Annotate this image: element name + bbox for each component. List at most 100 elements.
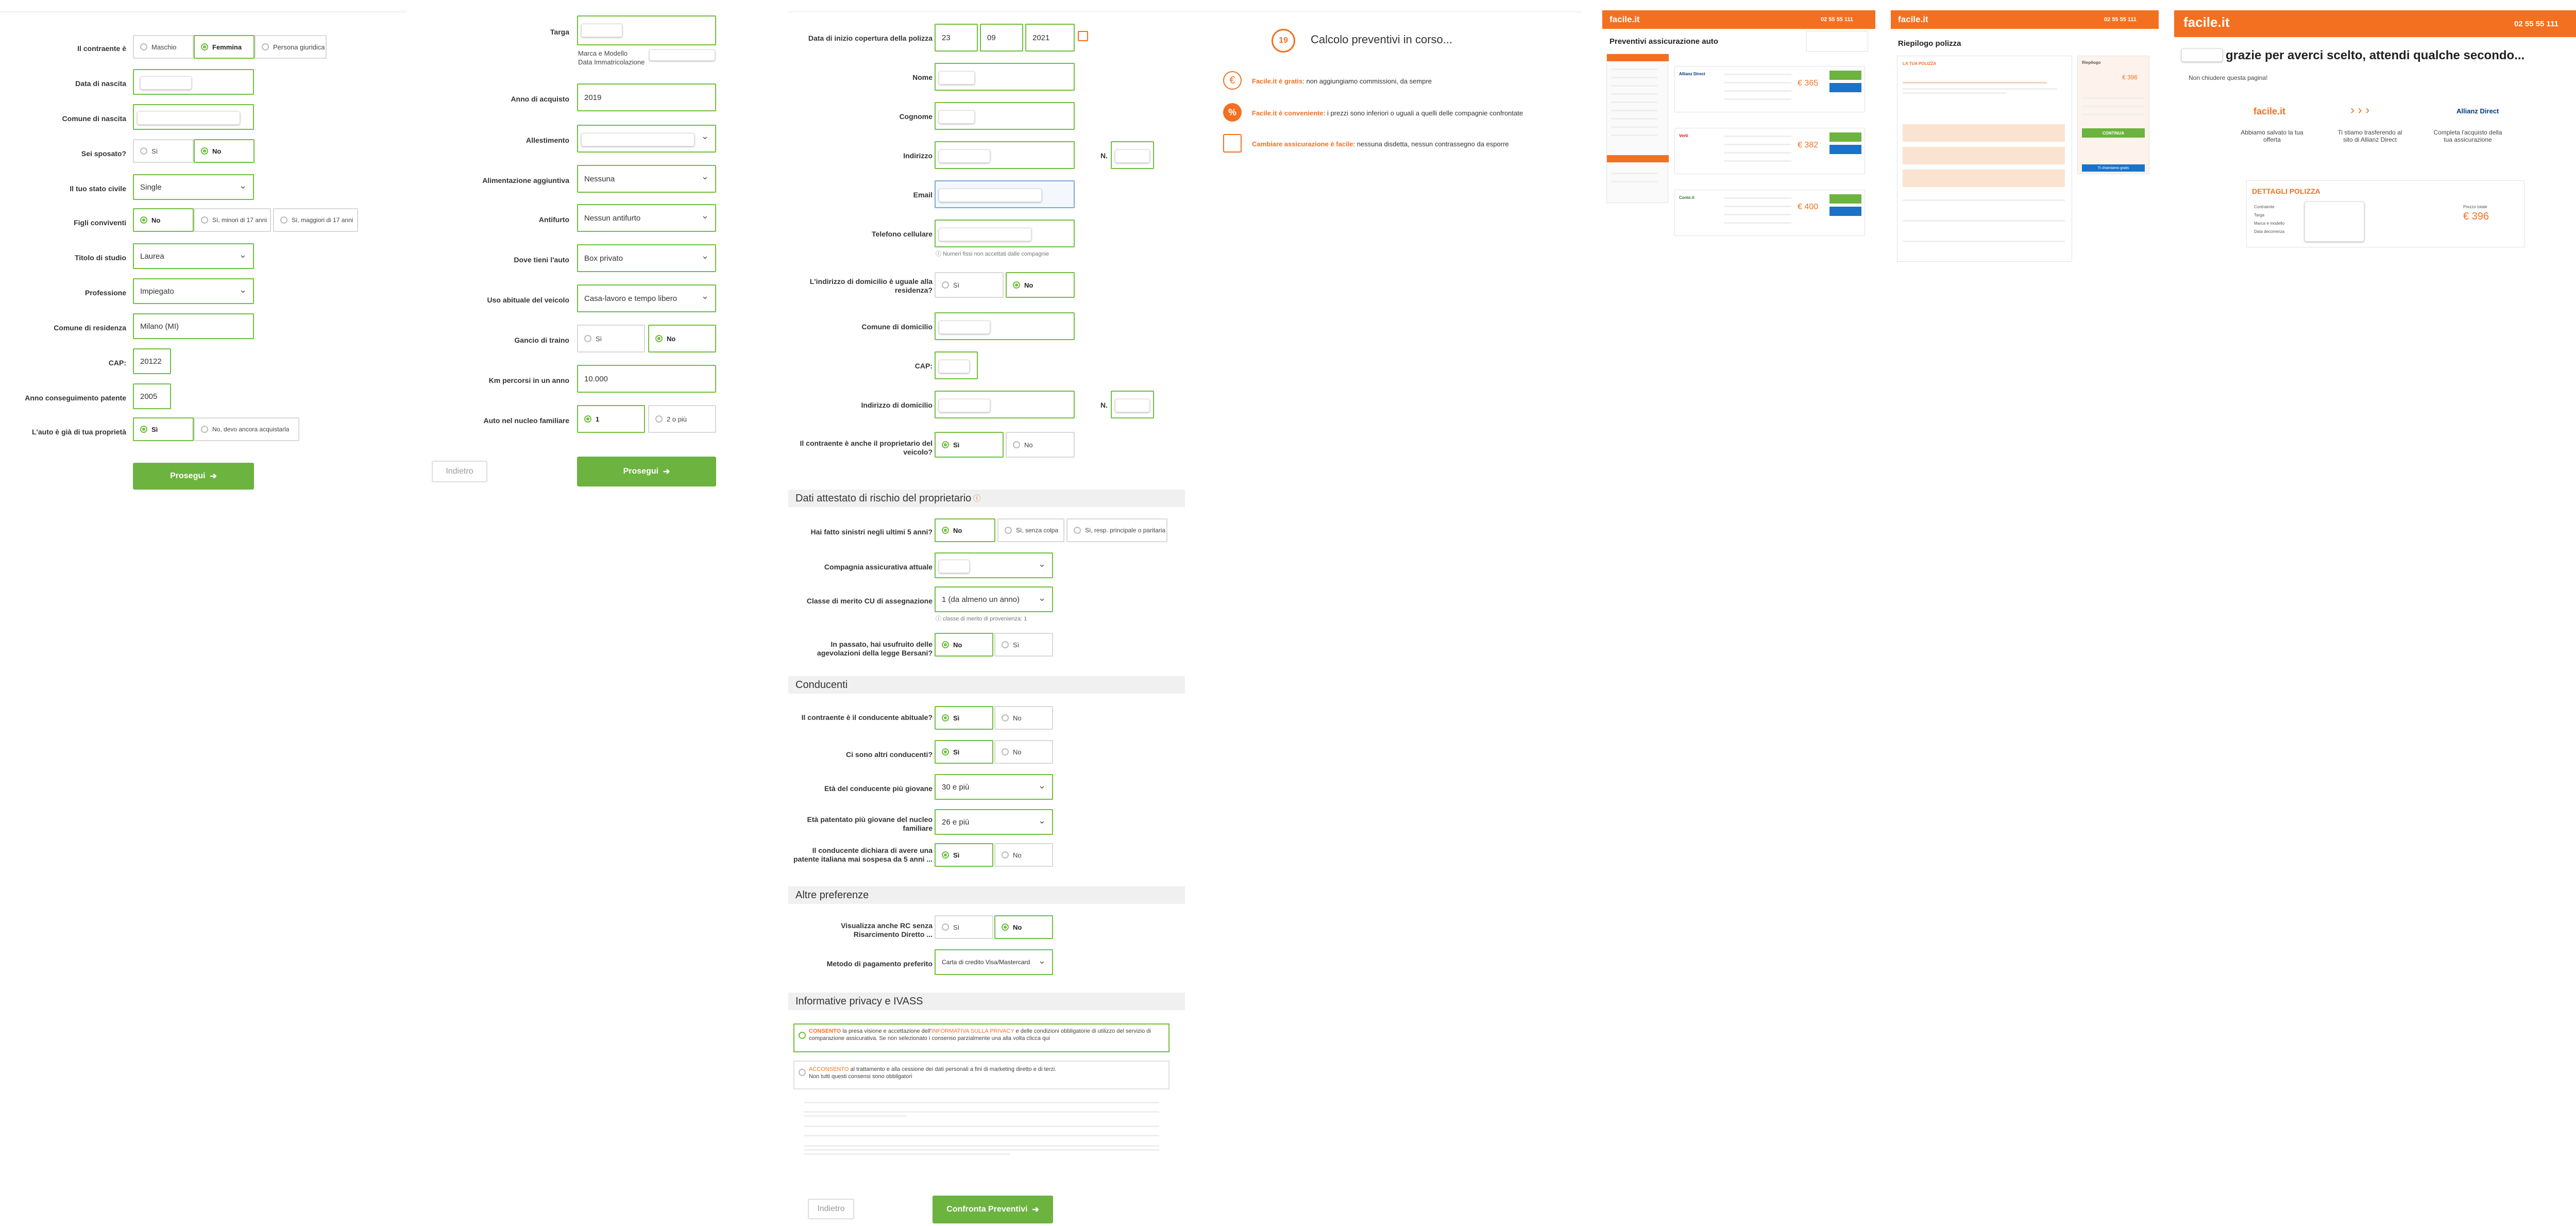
conducente-yes-option[interactable]: Sì bbox=[935, 706, 993, 730]
comune-nascita-field[interactable] bbox=[133, 104, 254, 130]
step-counter-icon: 19 bbox=[1272, 29, 1295, 53]
summary-call-button[interactable]: Ti chiamiamo gratis bbox=[2082, 164, 2145, 172]
prosegui-button[interactable]: Prosegui ➔ bbox=[133, 463, 254, 490]
pagamento-select[interactable]: Carta di credito Visa/Mastercard bbox=[935, 949, 1053, 975]
domicilio-no-option[interactable]: No bbox=[1006, 272, 1075, 298]
stato-civile-select[interactable]: Single bbox=[133, 174, 254, 200]
gancio-yes-option[interactable]: Sì bbox=[577, 325, 645, 352]
civico-domicilio-field[interactable] bbox=[1111, 391, 1154, 418]
altri-yes-option[interactable]: Sì bbox=[935, 740, 993, 764]
domicilio-yes-option[interactable]: Sì bbox=[935, 272, 1004, 298]
sospesa-no-option[interactable]: No bbox=[994, 843, 1053, 867]
gender-male-option[interactable]: Maschio bbox=[133, 35, 194, 59]
summary-card: Riepilogo € 396 CONTINUA Ti chiamiamo gr… bbox=[2077, 56, 2149, 174]
panel-calculating: 19 Calcolo preventivi in corso... € Faci… bbox=[1190, 0, 1582, 1226]
rc-label: Visualizza anche RC senza Risarcimento D… bbox=[841, 921, 933, 938]
gancio-no-option[interactable]: No bbox=[648, 325, 716, 352]
auto-nucleo-2-option[interactable]: 2 o più bbox=[648, 405, 716, 433]
sposato-no-option[interactable]: No bbox=[194, 139, 255, 163]
proprietario-yes-option[interactable]: Sì bbox=[935, 432, 1004, 458]
gender-female-option[interactable]: Femmina bbox=[194, 35, 255, 59]
professione-select[interactable]: Impiegato bbox=[133, 278, 254, 304]
quote-call-button-3[interactable] bbox=[1829, 207, 1861, 216]
bersani-yes-option[interactable]: Sì bbox=[994, 633, 1053, 657]
patentato-select[interactable]: 26 e più bbox=[935, 809, 1053, 835]
free-text: Facile.it è gratis: non aggiungiamo comm… bbox=[1252, 77, 1432, 85]
data-nascita-field[interactable] bbox=[133, 69, 254, 95]
indietro-button-3[interactable]: Indietro bbox=[808, 1199, 854, 1219]
figli-label: Figli conviventi bbox=[74, 219, 126, 227]
telefono-field[interactable] bbox=[935, 220, 1075, 247]
figli-maggiori-option[interactable]: Sì, maggiori di 17 anni bbox=[273, 208, 358, 232]
quote-call-button-2[interactable] bbox=[1829, 145, 1861, 154]
cap-field[interactable]: 20122 bbox=[133, 348, 171, 374]
arrow-right-icon: ➔ bbox=[663, 467, 670, 476]
altri-no-option[interactable]: No bbox=[994, 740, 1053, 764]
quote-price-1: € 365 bbox=[1798, 79, 1819, 88]
quote-card-3[interactable]: Conte.it € 400 bbox=[1674, 190, 1865, 236]
comune-residenza-field[interactable]: Milano (MI) bbox=[133, 313, 254, 339]
nome-field[interactable] bbox=[935, 63, 1075, 91]
consent-marketing-box[interactable]: ACCONSENTO al trattamento e alla cession… bbox=[793, 1061, 1170, 1089]
pagamento-label: Metodo di pagamento preferito bbox=[826, 960, 933, 968]
titolo-studio-select[interactable]: Laurea bbox=[133, 243, 254, 269]
quote-price-3: € 400 bbox=[1798, 203, 1819, 211]
data-inizio-day[interactable]: 23 bbox=[935, 24, 978, 52]
summary-title: Riepilogo polizza bbox=[1898, 39, 1961, 48]
km-field[interactable]: 10.000 bbox=[577, 365, 716, 393]
eta-giovane-select[interactable]: 30 e più bbox=[935, 774, 1053, 800]
consent-marketing-check[interactable] bbox=[799, 1069, 806, 1076]
auto-nucleo-1-option[interactable]: 1 bbox=[577, 405, 645, 433]
prosegui-button-2[interactable]: Prosegui ➔ bbox=[577, 457, 716, 486]
targa-field[interactable] bbox=[577, 15, 716, 45]
sinistri-senza-colpa-option[interactable]: Sì, senza colpa bbox=[997, 518, 1064, 542]
classe-select[interactable]: 1 (da almeno un anno) bbox=[935, 586, 1053, 612]
bersani-no-option[interactable]: No bbox=[935, 633, 993, 657]
sinistri-no-option[interactable]: No bbox=[935, 518, 995, 542]
sinistri-resp-option[interactable]: Sì, resp. principale o paritaria bbox=[1066, 518, 1167, 542]
eta-giovane-label: Età del conducente più giovane bbox=[824, 784, 933, 793]
figli-minori-option[interactable]: Sì, minori di 17 anni bbox=[194, 208, 271, 232]
dove-select[interactable]: Box privato bbox=[577, 244, 716, 272]
sospesa-yes-option[interactable]: Sì bbox=[935, 843, 993, 867]
quote-card-1[interactable]: Allianz Direct € 365 bbox=[1674, 66, 1865, 112]
civico-field[interactable] bbox=[1111, 141, 1154, 169]
figli-no-option[interactable]: No bbox=[133, 208, 194, 232]
calendar-icon[interactable] bbox=[1078, 31, 1088, 41]
rc-yes-option[interactable]: Sì bbox=[935, 915, 993, 939]
quote-buy-button-2[interactable] bbox=[1829, 132, 1861, 142]
alimentazione-select[interactable]: Nessuna bbox=[577, 165, 716, 193]
quote-call-button-1[interactable] bbox=[1829, 83, 1861, 92]
quote-card-2[interactable]: Verti € 382 bbox=[1674, 128, 1865, 174]
confronta-preventivi-button[interactable]: Confronta Preventivi ➔ bbox=[933, 1196, 1053, 1223]
conducente-no-option[interactable]: No bbox=[994, 706, 1053, 730]
anno-acquisto-field[interactable]: 2019 bbox=[577, 83, 716, 111]
allestimento-select[interactable] bbox=[577, 125, 716, 153]
data-inizio-month[interactable]: 09 bbox=[980, 24, 1023, 52]
email-field[interactable] bbox=[935, 180, 1075, 208]
comune-domicilio-field[interactable] bbox=[935, 312, 1075, 340]
compagnia-select[interactable] bbox=[935, 552, 1053, 578]
indietro-button[interactable]: Indietro bbox=[432, 461, 487, 482]
quote-buy-button-3[interactable] bbox=[1829, 194, 1861, 204]
indirizzo-domicilio-field[interactable] bbox=[935, 391, 1075, 418]
anno-patente-field[interactable]: 2005 bbox=[133, 383, 171, 409]
gender-company-option[interactable]: Persona giuridica bbox=[255, 35, 327, 59]
cognome-field[interactable] bbox=[935, 102, 1075, 130]
auto-yes-option[interactable]: Sì bbox=[133, 417, 194, 441]
quote-buy-button-1[interactable] bbox=[1829, 71, 1861, 80]
rc-no-option[interactable]: No bbox=[994, 915, 1053, 939]
cap-domicilio-field[interactable] bbox=[935, 351, 978, 379]
uso-select[interactable]: Casa-lavoro e tempo libero bbox=[577, 284, 716, 312]
data-inizio-year[interactable]: 2021 bbox=[1025, 24, 1075, 52]
chevron-right-icon: › › › bbox=[2350, 103, 2370, 117]
antifurto-select[interactable]: Nessun antifurto bbox=[577, 204, 716, 232]
indirizzo-field[interactable] bbox=[935, 141, 1075, 169]
sposato-yes-option[interactable]: Sì bbox=[133, 139, 194, 163]
auto-no-option[interactable]: No, devo ancora acquistarla bbox=[194, 417, 299, 441]
consent-privacy-box[interactable]: CONSENTO la presa visione e accettazione… bbox=[793, 1023, 1170, 1052]
user-name-placeholder bbox=[2181, 48, 2223, 62]
consent-privacy-check[interactable] bbox=[799, 1032, 806, 1039]
summary-continue-button[interactable]: CONTINUA bbox=[2082, 128, 2145, 138]
proprietario-no-option[interactable]: No bbox=[1006, 432, 1075, 458]
